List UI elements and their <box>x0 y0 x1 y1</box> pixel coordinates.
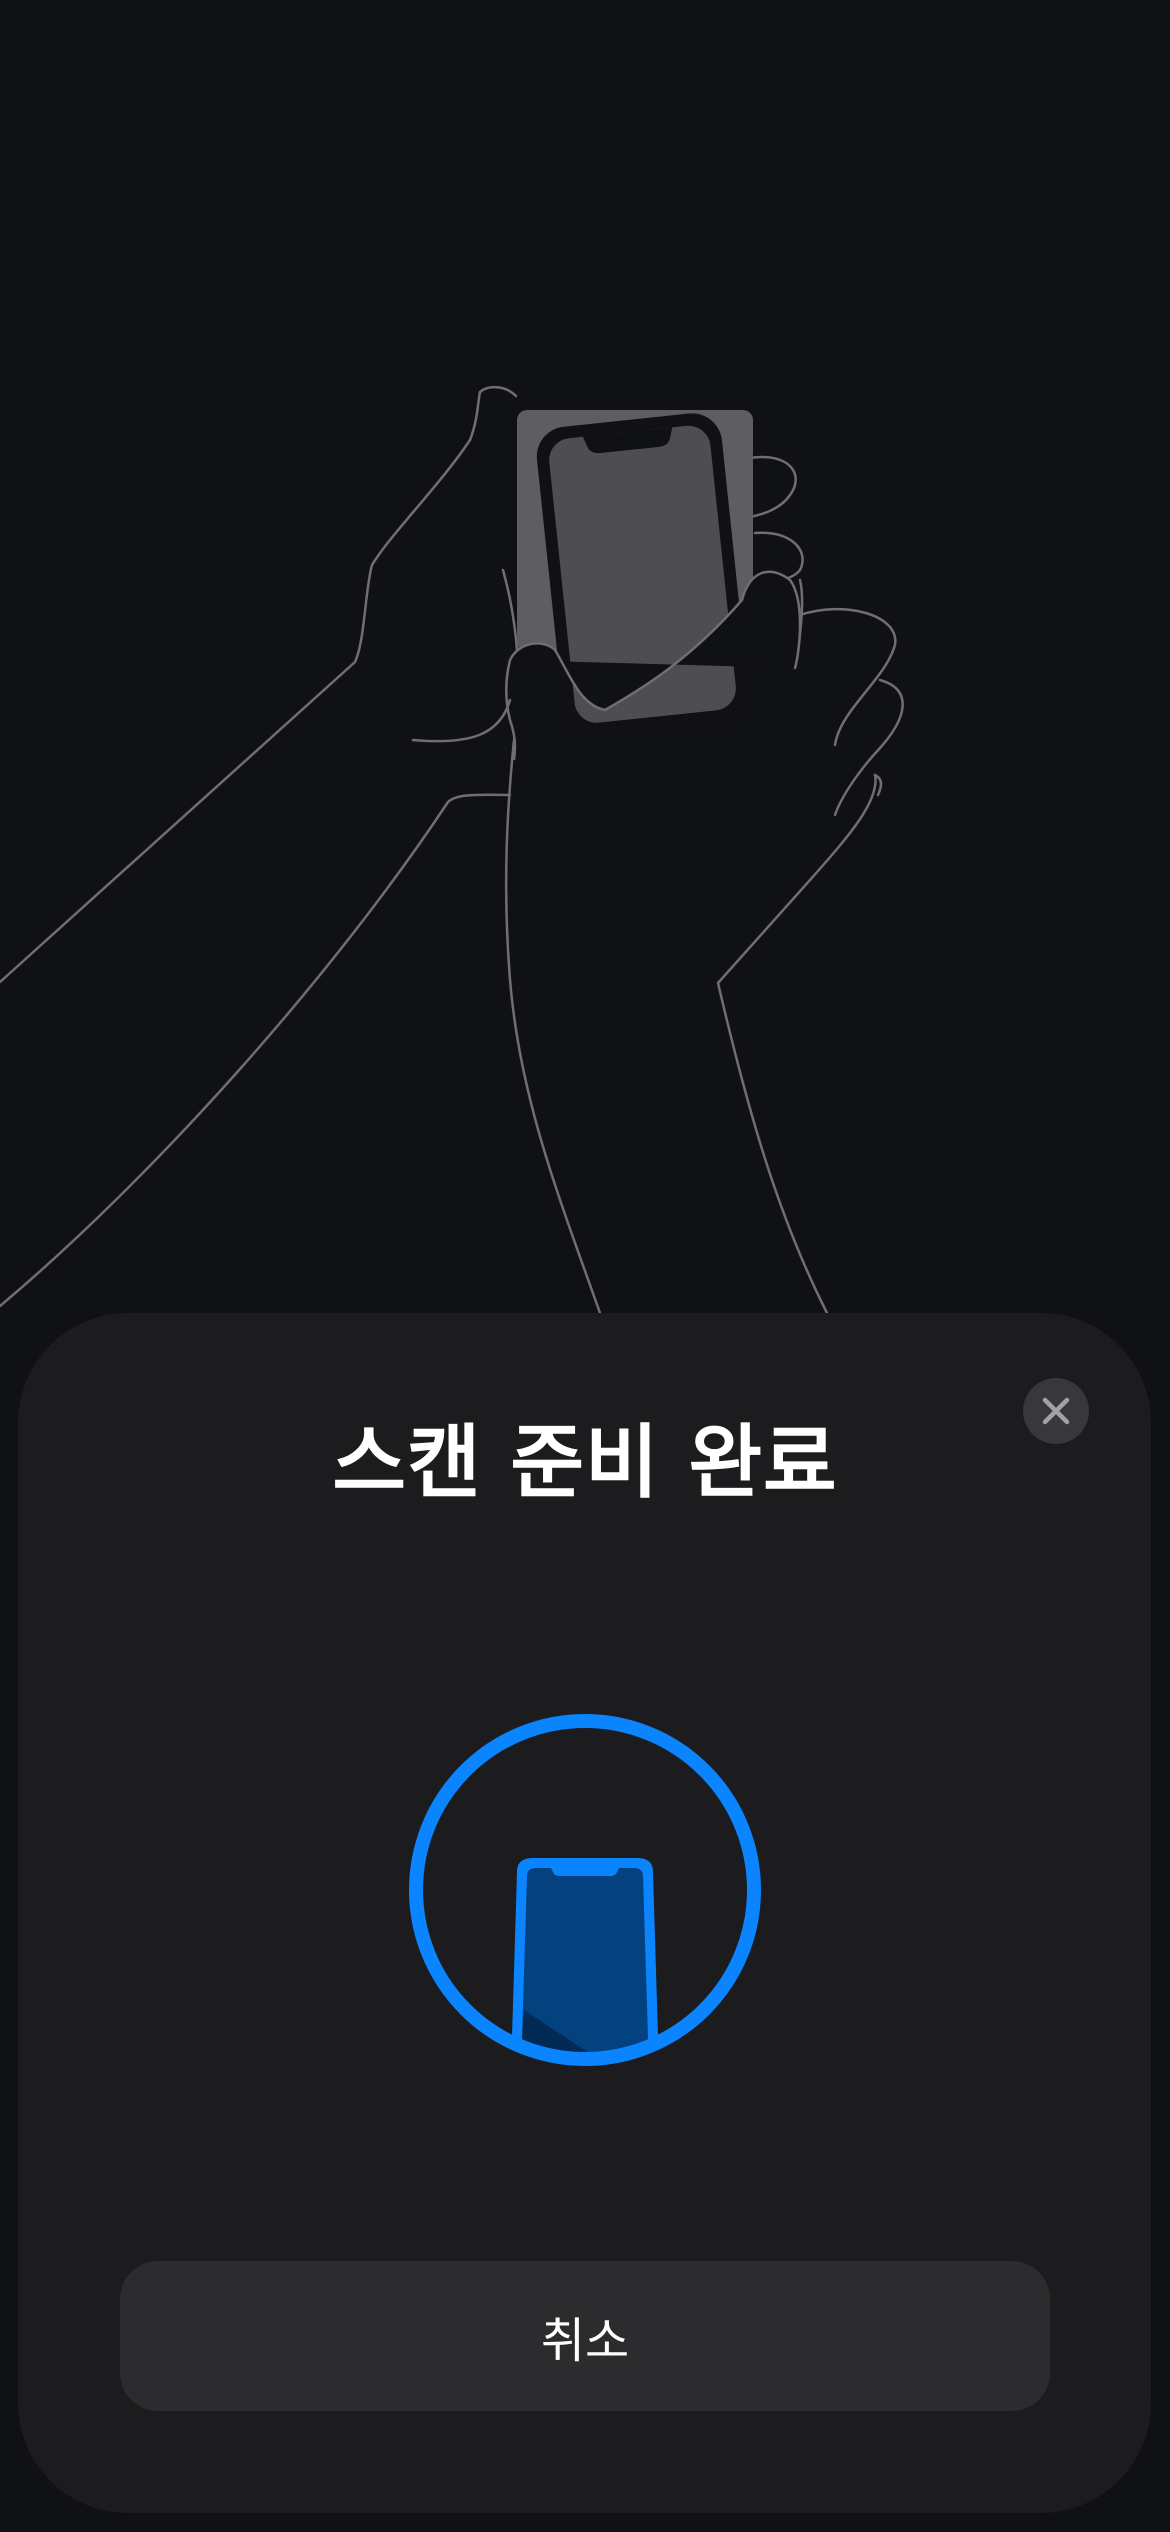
phone-scan-icon <box>409 1714 761 2066</box>
cancel-button[interactable]: 취소 <box>120 2261 1050 2411</box>
screen: 스캔 준비 완료 취소 <box>0 0 1170 2532</box>
hand-holding-phone-illustration <box>0 386 904 1315</box>
sheet-title: 스캔 준비 완료 <box>332 1416 838 1509</box>
